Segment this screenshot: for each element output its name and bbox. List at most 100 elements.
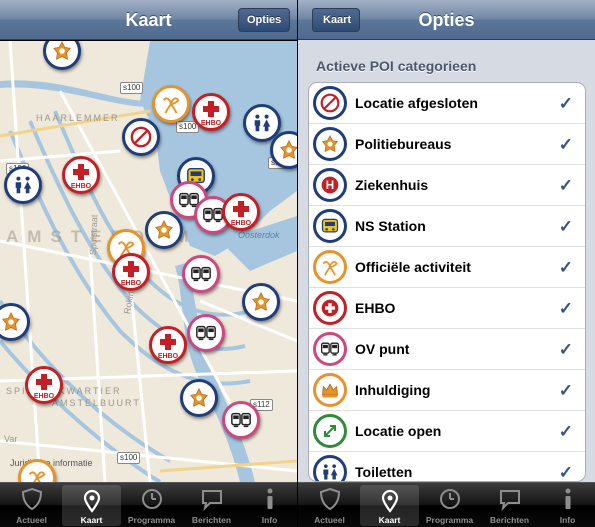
map-pin-ehbo[interactable]: EHBO bbox=[62, 156, 100, 194]
police-icon bbox=[53, 41, 71, 60]
tab-actueel[interactable]: Actueel bbox=[2, 483, 61, 527]
svg-text:EHBO: EHBO bbox=[71, 183, 92, 189]
tab-label: Kaart bbox=[80, 515, 103, 525]
category-row[interactable]: Locatie open ✓ bbox=[309, 411, 585, 452]
ehbo-icon: EHBO bbox=[231, 201, 252, 226]
spiegel-label: SPIEGELKWARTIER bbox=[6, 386, 122, 396]
section-header: Actieve POI categorieen bbox=[316, 58, 477, 74]
svg-text:EHBO: EHBO bbox=[158, 353, 179, 359]
clock-icon bbox=[439, 487, 461, 516]
checkmark-icon: ✓ bbox=[558, 463, 573, 482]
tab-label: Actueel bbox=[16, 515, 47, 525]
category-label: Toiletten bbox=[355, 464, 413, 480]
ehbo-icon: EHBO bbox=[121, 261, 142, 286]
tab-label: Berichten bbox=[191, 515, 232, 525]
map-pin-toilet[interactable] bbox=[4, 166, 42, 204]
shield-icon bbox=[319, 487, 341, 516]
map-pin-ehbo[interactable]: EHBO bbox=[222, 193, 260, 231]
map-pin-police[interactable] bbox=[145, 211, 183, 249]
map-pin-ehbo[interactable]: EHBO bbox=[112, 253, 150, 291]
info-icon bbox=[264, 487, 276, 516]
tab-label: Kaart bbox=[378, 515, 401, 525]
category-row[interactable]: H Ziekenhuis ✓ bbox=[309, 165, 585, 206]
toilet-icon bbox=[254, 114, 271, 132]
tab-info[interactable]: Info bbox=[538, 483, 595, 527]
category-label: OV punt bbox=[355, 341, 410, 357]
category-label: Inhuldiging bbox=[355, 382, 431, 398]
tab-kaart[interactable]: Kaart bbox=[360, 485, 419, 526]
map-pin-closed[interactable] bbox=[122, 118, 160, 156]
police-badge-icon bbox=[313, 127, 347, 161]
checkmark-icon: ✓ bbox=[558, 217, 573, 236]
tab-label: Programma bbox=[425, 515, 474, 525]
svg-text:H: H bbox=[326, 179, 334, 192]
map-pin-police[interactable] bbox=[180, 379, 218, 417]
checkmark-icon: ✓ bbox=[558, 94, 573, 113]
ov-icon bbox=[231, 412, 251, 428]
map-pin-police[interactable] bbox=[242, 283, 280, 321]
map-screen: Kaart Opties AMSTERDAM HAARLEMMER Spuist… bbox=[0, 0, 297, 527]
police-icon bbox=[280, 140, 297, 159]
map-pin-ehbo[interactable]: EHBO bbox=[25, 366, 63, 404]
tab-berichten[interactable]: Berichten bbox=[480, 483, 539, 527]
svg-text:EHBO: EHBO bbox=[231, 220, 252, 226]
checkmark-icon: ✓ bbox=[558, 135, 573, 154]
options-screen: Kaart Opties Actieve POI categorieen Loc… bbox=[298, 0, 595, 527]
ehbo-icon: EHBO bbox=[34, 374, 55, 399]
tab-programma[interactable]: Programma bbox=[420, 483, 479, 527]
closed-icon bbox=[130, 126, 152, 148]
category-row[interactable]: Politiebureaus ✓ bbox=[309, 124, 585, 165]
checkmark-icon: ✓ bbox=[558, 381, 573, 400]
checkmark-icon: ✓ bbox=[558, 176, 573, 195]
shield-icon bbox=[21, 487, 43, 516]
public-transport-icon bbox=[313, 332, 347, 366]
map-pin-official[interactable] bbox=[152, 85, 190, 123]
category-row[interactable]: OV punt ✓ bbox=[309, 329, 585, 370]
tab-info[interactable]: Info bbox=[240, 483, 297, 527]
left-tab-bar: Actueel Kaart Programma Berichten Info bbox=[0, 482, 297, 527]
tab-actueel[interactable]: Actueel bbox=[300, 483, 359, 527]
checkmark-icon: ✓ bbox=[558, 258, 573, 277]
category-label: Ziekenhuis bbox=[355, 177, 429, 193]
category-row[interactable]: EHBO ✓ bbox=[309, 288, 585, 329]
category-row[interactable]: Toiletten ✓ bbox=[309, 452, 585, 482]
ehbo-icon: EHBO bbox=[201, 101, 222, 126]
right-tab-bar: Actueel Kaart Programma Berichten Info bbox=[298, 482, 595, 527]
category-row[interactable]: Officiële activiteit ✓ bbox=[309, 247, 585, 288]
category-row[interactable]: Locatie afgesloten ✓ bbox=[309, 83, 585, 124]
info-icon bbox=[562, 487, 574, 516]
ribbon-icon bbox=[313, 250, 347, 284]
map-pin-ov[interactable] bbox=[182, 255, 220, 293]
amstelbuurt-label: AMSTELBUURT bbox=[52, 398, 141, 408]
map-pin-icon bbox=[81, 489, 103, 518]
map-pin-ov[interactable] bbox=[187, 314, 225, 352]
tab-label: Berichten bbox=[489, 515, 530, 525]
no-entry-icon bbox=[313, 86, 347, 120]
category-label: Officiële activiteit bbox=[355, 259, 471, 275]
category-label: Locatie open bbox=[355, 423, 442, 439]
road-tag: s100 bbox=[117, 452, 141, 464]
map-pin-ehbo[interactable]: EHBO bbox=[149, 326, 187, 364]
speech-bubble-icon bbox=[200, 487, 224, 516]
options-title: Opties bbox=[418, 10, 475, 30]
speech-bubble-icon bbox=[498, 487, 522, 516]
category-row[interactable]: Inhuldiging ✓ bbox=[309, 370, 585, 411]
options-button[interactable]: Opties bbox=[238, 8, 291, 32]
train-icon bbox=[313, 209, 347, 243]
haarlemmer-label: HAARLEMMER bbox=[36, 113, 120, 123]
map-view[interactable]: AMSTERDAM HAARLEMMER Spuistraat Rokin Oo… bbox=[0, 41, 297, 482]
tab-programma[interactable]: Programma bbox=[122, 483, 181, 527]
ov-icon bbox=[191, 266, 211, 282]
tab-kaart[interactable]: Kaart bbox=[62, 485, 121, 526]
ov-icon bbox=[196, 325, 216, 341]
map-nav-bar: Kaart Opties bbox=[0, 0, 297, 40]
category-label: EHBO bbox=[355, 300, 396, 316]
tab-berichten[interactable]: Berichten bbox=[182, 483, 241, 527]
checkmark-icon: ✓ bbox=[558, 422, 573, 441]
open-arrows-icon bbox=[313, 414, 347, 448]
map-pin-ehbo[interactable]: EHBO bbox=[192, 93, 230, 131]
category-label: Politiebureaus bbox=[355, 136, 452, 152]
map-pin-ov[interactable] bbox=[222, 401, 260, 439]
category-row[interactable]: NS Station ✓ bbox=[309, 206, 585, 247]
tab-label: Programma bbox=[127, 515, 176, 525]
